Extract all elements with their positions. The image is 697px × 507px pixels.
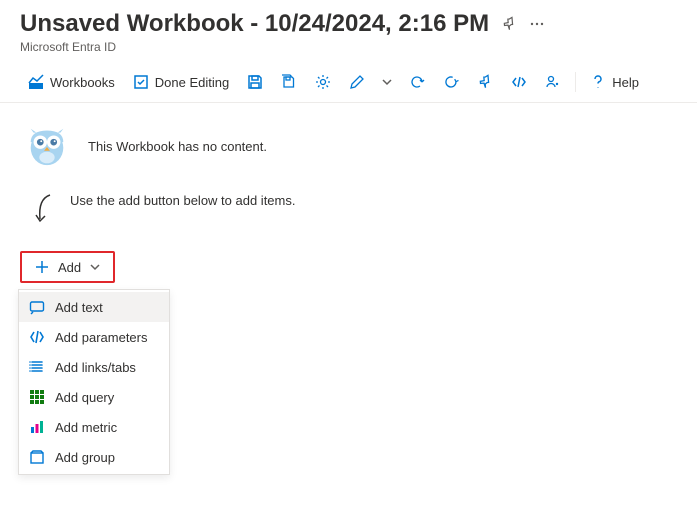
pin-icon[interactable] — [501, 16, 517, 32]
save-button[interactable] — [239, 70, 271, 94]
menu-label: Add group — [55, 450, 115, 465]
chevron-down-icon — [379, 74, 395, 90]
hint-text: Use the add button below to add items. — [70, 193, 295, 208]
chevron-down-icon — [89, 261, 101, 273]
add-button-label: Add — [58, 260, 81, 275]
toolbar-divider — [575, 72, 576, 92]
help-icon — [590, 74, 606, 90]
plus-icon — [34, 259, 50, 275]
save-as-button[interactable] — [273, 70, 305, 94]
text-icon — [29, 299, 45, 315]
workbooks-icon — [28, 74, 44, 90]
help-label: Help — [612, 75, 639, 90]
links-icon — [29, 359, 45, 375]
content-area: This Workbook has no content. Use the ad… — [0, 103, 697, 495]
redo-button[interactable] — [435, 70, 467, 94]
add-group-item[interactable]: Add group — [19, 442, 169, 472]
query-icon — [29, 389, 45, 405]
done-editing-label: Done Editing — [155, 75, 229, 90]
menu-label: Add parameters — [55, 330, 148, 345]
metric-icon — [29, 419, 45, 435]
save-as-icon — [281, 74, 297, 90]
workbooks-button[interactable]: Workbooks — [20, 70, 123, 94]
pencil-icon — [349, 74, 365, 90]
empty-state-row: This Workbook has no content. — [24, 123, 673, 169]
pin-toolbar-icon — [477, 74, 493, 90]
parameters-icon — [29, 329, 45, 345]
page-header: Unsaved Workbook - 10/24/2024, 2:16 PM M… — [0, 0, 697, 58]
add-parameters-item[interactable]: Add parameters — [19, 322, 169, 352]
page-subtitle: Microsoft Entra ID — [20, 40, 677, 54]
empty-message: This Workbook has no content. — [88, 139, 267, 154]
save-icon — [247, 74, 263, 90]
add-button[interactable]: Add — [20, 251, 115, 283]
add-text-item[interactable]: Add text — [19, 292, 169, 322]
code-button[interactable] — [503, 70, 535, 94]
settings-button[interactable] — [307, 70, 339, 94]
workbooks-label: Workbooks — [50, 75, 115, 90]
feedback-button[interactable] — [537, 70, 569, 94]
code-icon — [511, 74, 527, 90]
pin-button[interactable] — [469, 70, 501, 94]
done-editing-button[interactable]: Done Editing — [125, 70, 237, 94]
menu-label: Add metric — [55, 420, 117, 435]
more-icon[interactable] — [529, 16, 545, 32]
redo-icon — [443, 74, 459, 90]
undo-button[interactable] — [401, 70, 433, 94]
owl-icon — [24, 123, 70, 169]
arrow-icon — [34, 193, 54, 227]
menu-label: Add links/tabs — [55, 360, 136, 375]
add-links-item[interactable]: Add links/tabs — [19, 352, 169, 382]
hint-row: Use the add button below to add items. — [34, 193, 673, 227]
title-row: Unsaved Workbook - 10/24/2024, 2:16 PM — [20, 10, 677, 38]
add-metric-item[interactable]: Add metric — [19, 412, 169, 442]
menu-label: Add query — [55, 390, 114, 405]
add-query-item[interactable]: Add query — [19, 382, 169, 412]
undo-icon — [409, 74, 425, 90]
done-editing-icon — [133, 74, 149, 90]
group-icon — [29, 449, 45, 465]
toolbar: Workbooks Done Editing — [0, 64, 697, 103]
page-title: Unsaved Workbook - 10/24/2024, 2:16 PM — [20, 10, 489, 38]
edit-dropdown[interactable] — [375, 70, 399, 94]
gear-icon — [315, 74, 331, 90]
edit-button[interactable] — [341, 70, 373, 94]
menu-label: Add text — [55, 300, 103, 315]
add-dropdown: Add text Add parameters Add links/tabs A… — [18, 289, 170, 475]
help-button[interactable]: Help — [582, 70, 647, 94]
feedback-icon — [545, 74, 561, 90]
